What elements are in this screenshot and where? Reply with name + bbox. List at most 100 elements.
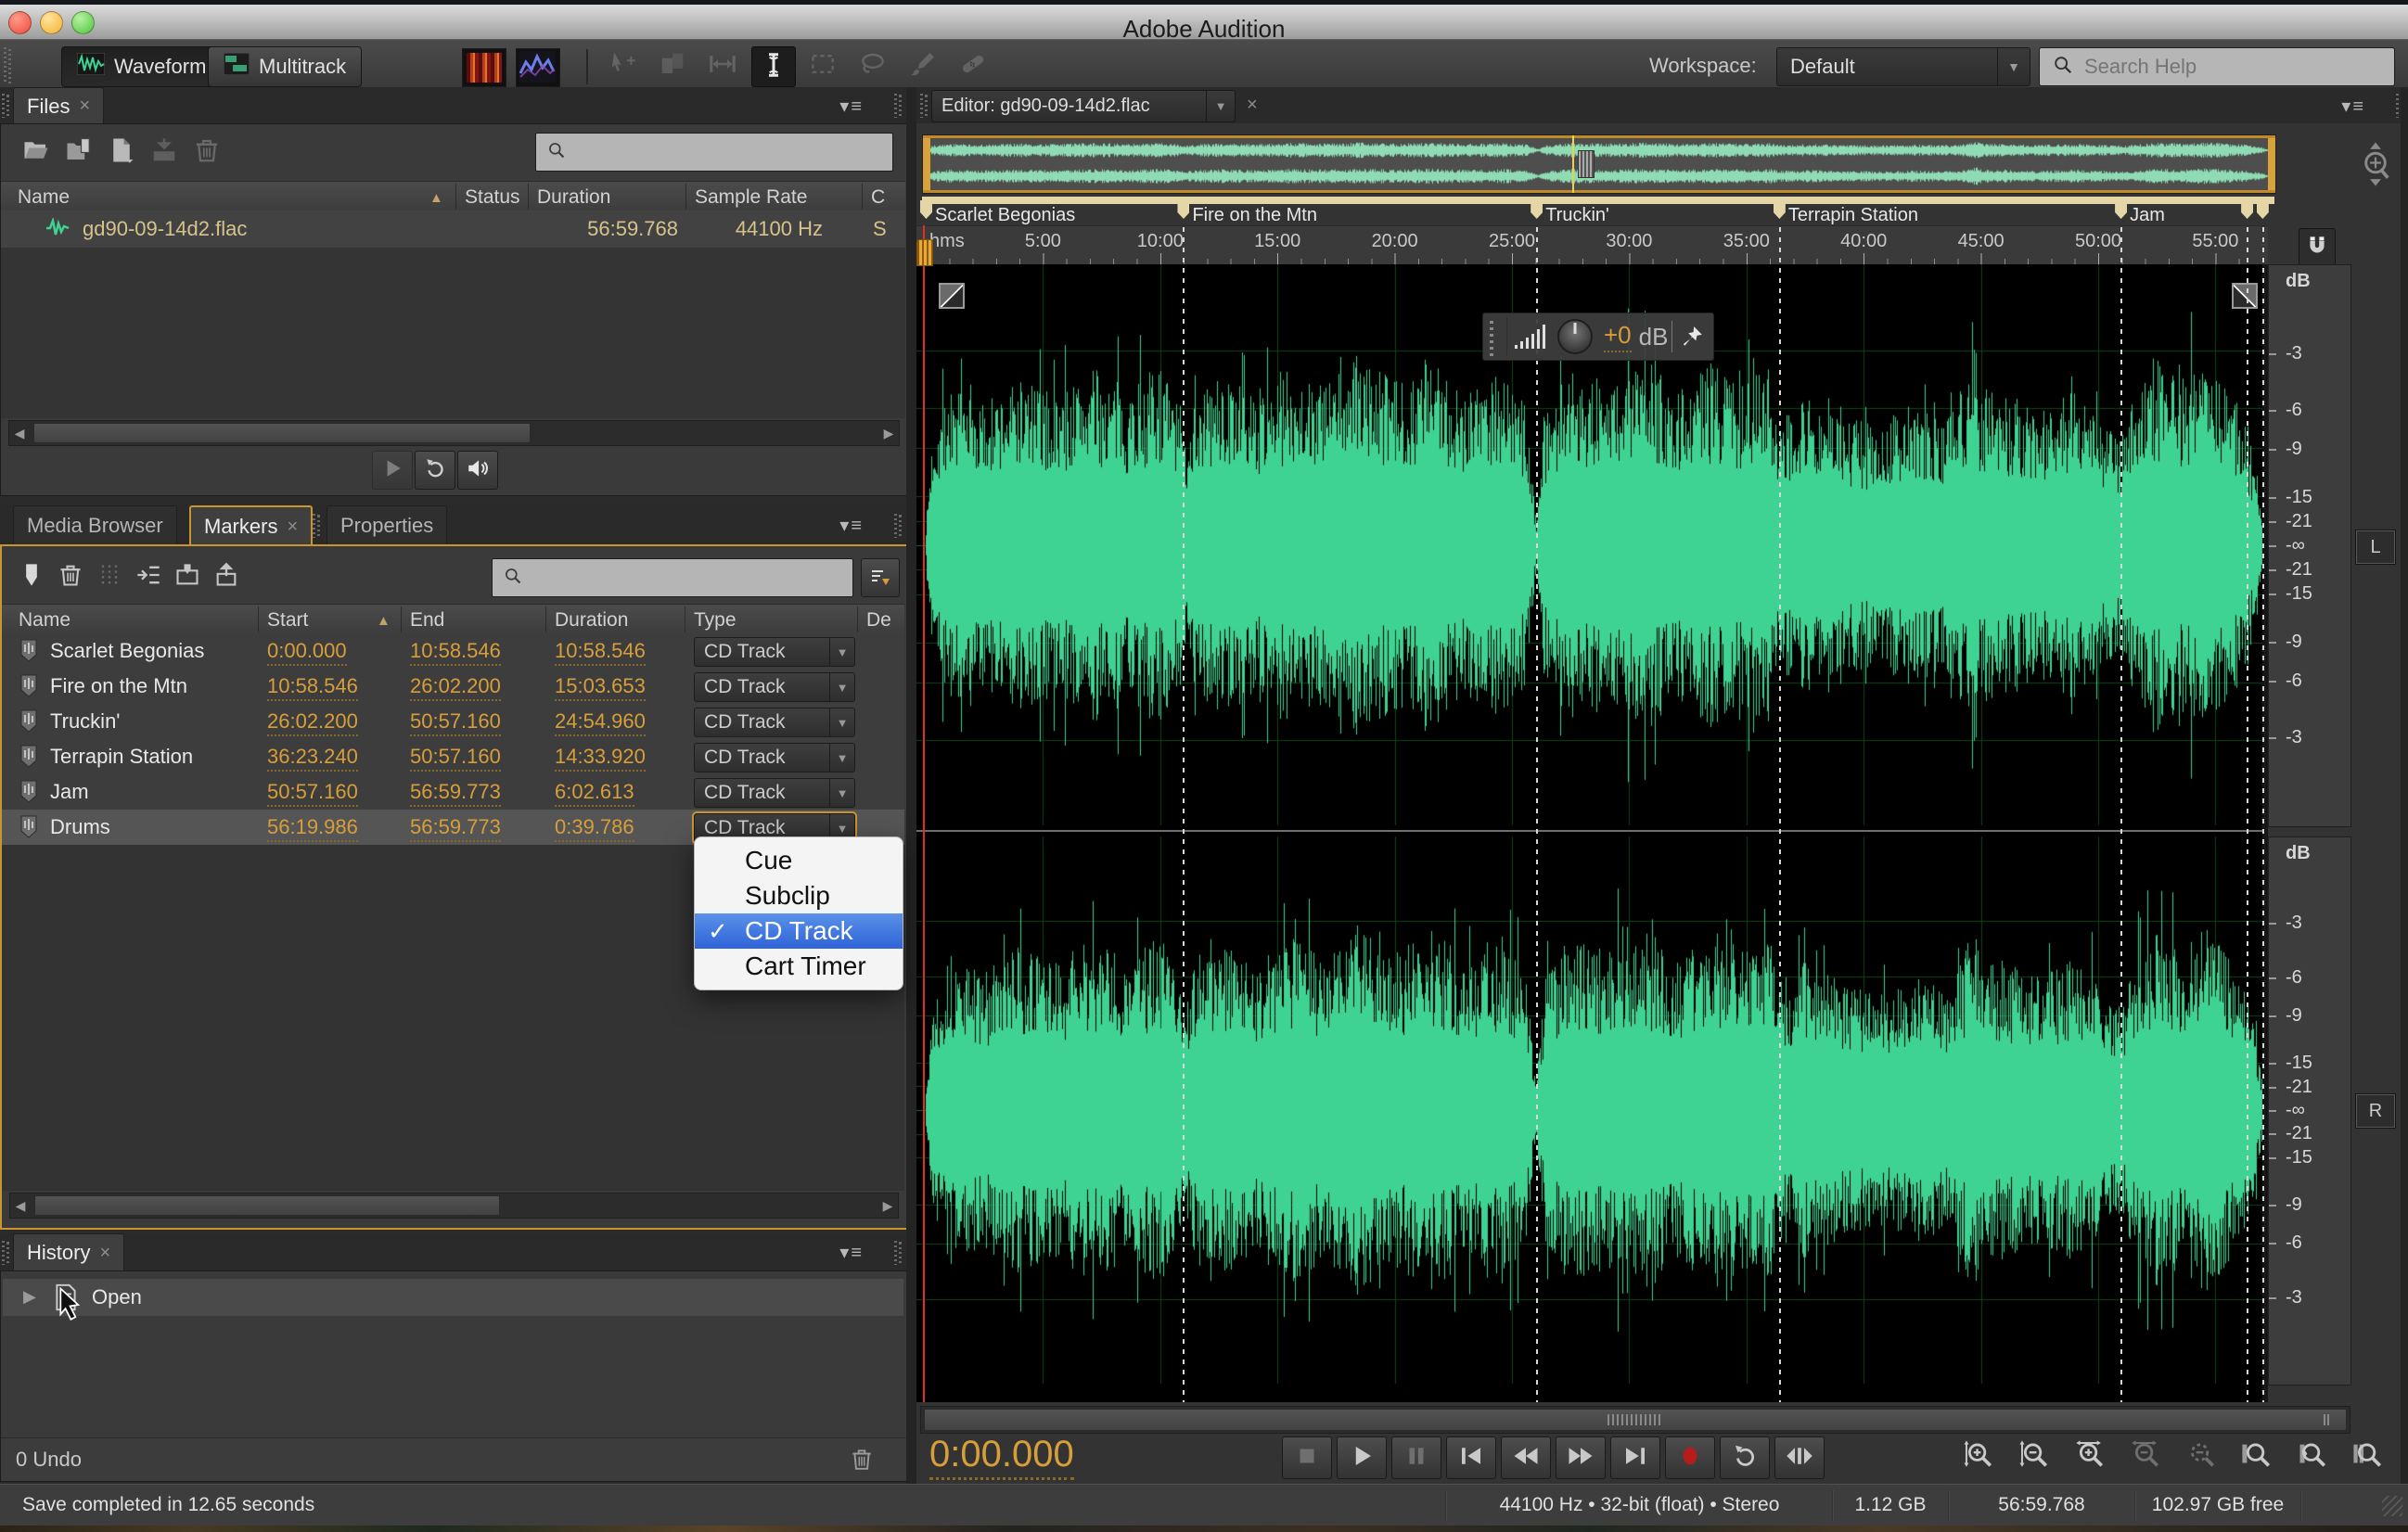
time-ruler[interactable]: hms 5:00 10:00 15:00 20:00 25:00 30:00 35:00 40… <box>916 225 2268 265</box>
files-table-header[interactable]: Name ▲ Status Duration Sample Rate C <box>1 181 905 212</box>
zoom-in-at-out-point-button[interactable] <box>2287 1436 2337 1477</box>
play-button[interactable] <box>1337 1436 1387 1479</box>
marker-start[interactable]: 36:23.240 <box>267 745 358 772</box>
db-scale-right[interactable]: dB -3 -3 -6 -6 -9 -9 -15 -15 -21 -21 -∞ <box>2268 836 2351 1385</box>
marker-type-dropdown[interactable]: CD Track ▼ <box>694 743 855 772</box>
waveform-view-button[interactable]: Waveform <box>61 46 223 87</box>
marker-name[interactable]: Jam <box>50 780 89 804</box>
marker-type-dropdown[interactable]: CD Track ▼ <box>694 672 855 702</box>
hud-gain-value[interactable]: +0 <box>1604 321 1632 352</box>
history-entry-open[interactable]: ▶ Open <box>3 1279 903 1317</box>
marker-end[interactable]: 26:02.200 <box>410 674 501 701</box>
volume-hud[interactable]: +0 dB <box>1482 313 1714 361</box>
delete-marker-button[interactable] <box>54 561 87 593</box>
time-selection-ibeam-button[interactable] <box>751 46 796 87</box>
spectral-pitch-display-button[interactable] <box>516 48 560 87</box>
marquee-selection-button[interactable] <box>801 46 844 85</box>
trash-icon[interactable] <box>850 1446 874 1476</box>
marker-start[interactable]: 56:19.986 <box>267 815 358 842</box>
panel-grip[interactable] <box>2 1241 10 1265</box>
open-file-button[interactable] <box>18 135 55 169</box>
export-markers-button[interactable] <box>210 561 243 593</box>
spot-healing-brush-button[interactable] <box>952 46 994 85</box>
playhead-handle[interactable] <box>916 239 933 266</box>
scrollbar-thumb[interactable] <box>33 423 531 443</box>
popup-item-cue[interactable]: Cue <box>695 843 903 878</box>
section-marker-flag[interactable] <box>920 200 932 219</box>
panel-grip[interactable] <box>894 1241 903 1265</box>
overview-navigator[interactable] <box>922 134 2276 194</box>
spectral-frequency-display-button[interactable] <box>462 48 506 87</box>
toolbar-grip[interactable] <box>4 47 12 84</box>
loop-playback-button[interactable] <box>1720 1436 1770 1479</box>
navigator-scrub-handle[interactable] <box>1578 150 1595 178</box>
sort-ascending-icon[interactable]: ▲ <box>377 613 391 629</box>
panel-gutter[interactable] <box>906 87 916 1484</box>
markers-table-header[interactable]: Name Start ▲ End Duration Type De <box>2 604 904 635</box>
go-to-previous-button[interactable] <box>1446 1436 1496 1479</box>
fade-out-handle[interactable] <box>2232 283 2258 309</box>
editor-h-scrollbar[interactable] <box>920 1406 2350 1434</box>
make-range-marker-button[interactable] <box>171 561 204 593</box>
scroll-right-icon[interactable]: ▶ <box>877 1194 898 1218</box>
tab-media-browser[interactable]: Media Browser <box>13 505 177 545</box>
close-icon[interactable]: × <box>287 517 298 538</box>
help-search-input[interactable] <box>2082 54 2364 80</box>
help-search-box[interactable] <box>2039 47 2395 86</box>
marker-end[interactable]: 56:59.773 <box>410 815 501 842</box>
close-icon[interactable]: × <box>1247 95 1258 116</box>
tab-files[interactable]: Files × <box>13 87 105 124</box>
record-button[interactable] <box>1665 1436 1715 1479</box>
marker-name[interactable]: Terrapin Station <box>50 745 193 769</box>
zoom-in-vertical-button[interactable] <box>1953 1436 2003 1477</box>
panel-grip[interactable] <box>920 94 929 118</box>
marker-start[interactable]: 50:57.160 <box>267 780 358 807</box>
marker-strip[interactable]: Scarlet Begonias Fire on the Mtn Truckin' T… <box>916 197 2274 225</box>
marker-type-dropdown[interactable]: CD Track ▼ <box>694 708 855 737</box>
time-selection-arrows-button[interactable] <box>701 46 744 85</box>
add-marker-button[interactable] <box>15 561 48 593</box>
marker-list-options-button[interactable] <box>861 558 900 597</box>
db-scale-left[interactable]: dB -3 -3 -6 -6 -9 -9 -15 -15 -21 -21 -∞ <box>2268 264 2351 827</box>
time-display[interactable]: 0:00.000 <box>929 1434 1074 1480</box>
marker-duration[interactable]: 6:02.613 <box>555 780 634 807</box>
workspace-dropdown[interactable]: Default ▼ <box>1776 47 2030 86</box>
gain-knob[interactable] <box>1557 319 1593 354</box>
marker-duration[interactable]: 0:39.786 <box>555 815 634 842</box>
hud-drag-handle[interactable] <box>1486 317 1507 356</box>
editor-panel-menu-icon[interactable]: ▾≡ <box>2341 95 2365 118</box>
close-icon[interactable]: × <box>79 96 90 117</box>
sort-ascending-icon[interactable]: ▲ <box>429 190 443 206</box>
section-marker-flag[interactable] <box>2256 200 2269 219</box>
panel-grip[interactable] <box>894 94 903 118</box>
slip-tool-button[interactable] <box>651 46 694 85</box>
channel-divider[interactable] <box>916 825 2268 836</box>
panel-grip[interactable] <box>313 514 321 538</box>
loop-playback-button[interactable] <box>415 451 455 490</box>
marker-end[interactable]: 10:58.546 <box>410 639 501 666</box>
marker-row[interactable]: Scarlet Begonias 0:00.000 10:58.546 10:58.5… <box>2 633 904 670</box>
tab-markers[interactable]: Markers × <box>189 505 314 546</box>
marker-name[interactable]: Drums <box>50 815 110 839</box>
snap-toggle-button[interactable] <box>2299 228 2336 265</box>
right-channel-button[interactable]: R <box>2355 1093 2396 1129</box>
marker-duration[interactable]: 15:03.653 <box>555 674 646 701</box>
marker-row[interactable]: Fire on the Mtn 10:58.546 26:02.200 15:03.6… <box>2 669 904 705</box>
navigator-view-frame[interactable] <box>923 135 2275 193</box>
pin-icon[interactable] <box>1680 325 1704 349</box>
history-panel-menu-icon[interactable]: ▾≡ <box>839 1241 864 1264</box>
files-h-scrollbar[interactable]: ◀ ▶ <box>8 420 900 446</box>
auto-play-volume-button[interactable] <box>457 451 498 490</box>
skip-selection-button[interactable] <box>1774 1436 1825 1479</box>
marker-name[interactable]: Truckin' <box>50 709 121 734</box>
files-panel-menu-icon[interactable]: ▾≡ <box>839 95 864 118</box>
navigator-left-handle[interactable] <box>923 138 930 190</box>
section-marker-flag[interactable] <box>1177 200 1190 219</box>
tab-properties[interactable]: Properties <box>327 505 448 545</box>
multitrack-view-button[interactable]: Multitrack <box>208 46 363 87</box>
marker-row[interactable]: Truckin' 26:02.200 50:57.160 24:54.960 CD Tr… <box>2 704 904 740</box>
section-marker-flag[interactable] <box>1531 200 1543 219</box>
marker-start[interactable]: 0:00.000 <box>267 639 347 666</box>
zoom-out-vertical-button[interactable] <box>2009 1436 2058 1477</box>
markers-panel-menu-icon[interactable]: ▾≡ <box>839 514 864 537</box>
